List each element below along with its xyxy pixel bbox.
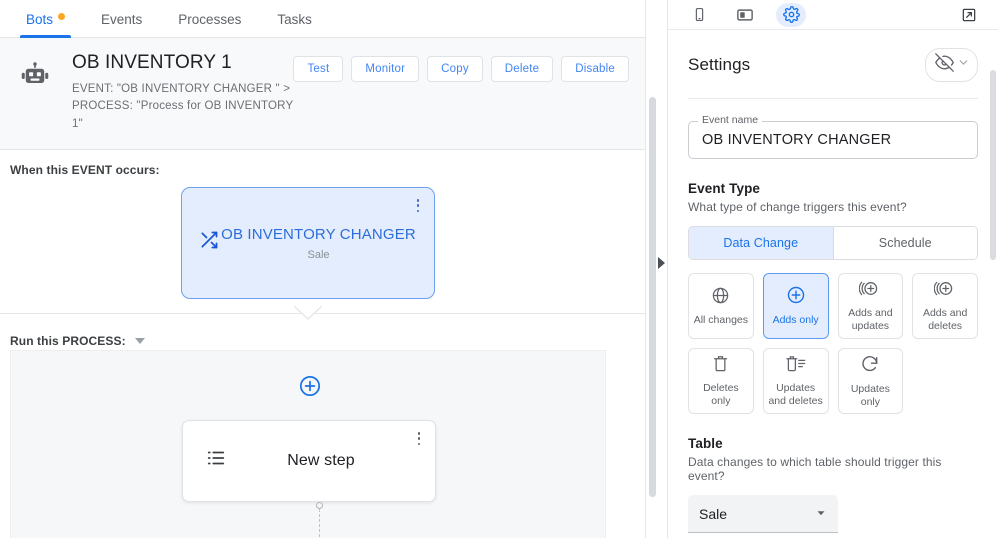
event-node-subtitle: Sale <box>307 248 330 261</box>
tile-updates-and-deletes[interactable]: Updates and deletes <box>762 348 829 414</box>
adds-deletes-icon <box>933 279 956 303</box>
process-dropdown-caret-icon[interactable] <box>134 337 145 344</box>
divider-notch-icon <box>294 305 322 321</box>
tile-all-changes[interactable]: All changes <box>688 273 754 339</box>
bots-badge-dot <box>58 12 66 20</box>
open-external-icon[interactable] <box>954 3 984 27</box>
app-root: Bots Events Processes Tasks OB INVENTORY… <box>0 0 999 538</box>
tab-tasks-label: Tasks <box>277 12 312 27</box>
preview-toolbar <box>668 0 998 30</box>
tile-adds-and-updates[interactable]: Adds and updates <box>837 273 904 339</box>
event-node-body: OB INVENTORY CHANGER Sale <box>219 225 434 261</box>
tile-all-changes-label: All changes <box>693 313 749 326</box>
settings-scroll-area: Settings Event name OB INVENTORY CHANGER… <box>668 30 998 538</box>
header-actions: Test Monitor Copy Delete Disable <box>293 56 629 82</box>
event-type-title: Event Type <box>688 181 761 196</box>
test-button[interactable]: Test <box>293 56 344 82</box>
tab-events[interactable]: Events <box>83 12 160 37</box>
step-tail-connector <box>308 501 330 538</box>
event-name-field-wrap: Event name OB INVENTORY CHANGER <box>688 114 978 159</box>
run-process-row: Run this PROCESS: <box>0 322 145 348</box>
tab-events-label: Events <box>101 12 143 27</box>
tile-adds-and-updates-label: Adds and updates <box>848 307 893 332</box>
tile-adds-only[interactable]: Adds only <box>762 273 829 339</box>
tile-updates-and-deletes-label: Updates and deletes <box>768 382 823 407</box>
process-area: New step <box>10 349 606 538</box>
list-icon <box>205 447 227 474</box>
settings-header: Settings <box>688 30 978 99</box>
left-panel: Bots Events Processes Tasks OB INVENTORY… <box>0 0 646 538</box>
tile-adds-and-deletes[interactable]: Adds and deletes <box>912 273 978 339</box>
panel-expand-handle-icon[interactable] <box>658 257 665 269</box>
tile-adds-only-label: Adds only <box>772 314 819 327</box>
event-type-segmented-control: Data Change Schedule <box>688 226 978 260</box>
disable-button[interactable]: Disable <box>561 56 629 82</box>
step-node-card[interactable]: New step <box>182 419 436 502</box>
connector-line <box>318 508 320 538</box>
event-section-label: When this EVENT occurs: <box>10 162 160 177</box>
mobile-view-icon[interactable] <box>684 3 714 27</box>
step-node-menu-icon[interactable] <box>411 429 427 449</box>
visibility-toggle-button[interactable] <box>925 48 978 82</box>
segment-schedule[interactable]: Schedule <box>832 227 977 259</box>
process-section-label: Run this PROCESS: <box>10 333 126 348</box>
bot-header: OB INVENTORY 1 EVENT: "OB INVENTORY CHAN… <box>0 38 645 150</box>
panel-splitter[interactable] <box>646 0 668 538</box>
select-caret-icon <box>815 506 827 522</box>
table-section-description: Data changes to which table should trigg… <box>688 455 942 483</box>
tab-processes[interactable]: Processes <box>160 12 259 37</box>
event-node-card[interactable]: OB INVENTORY CHANGER Sale <box>181 186 435 299</box>
event-name-label: Event name <box>698 114 763 126</box>
plus-circle-icon <box>786 285 806 310</box>
event-name-value: OB INVENTORY CHANGER <box>702 132 892 148</box>
tile-updates-only-label: Updates only <box>850 382 890 408</box>
copy-button[interactable]: Copy <box>427 56 483 82</box>
tab-processes-label: Processes <box>178 12 242 27</box>
robot-icon <box>20 62 54 97</box>
settings-gear-icon[interactable] <box>776 2 806 27</box>
trash-list-icon <box>785 354 807 378</box>
step-node-title: New step <box>287 451 355 469</box>
settings-scrollbar[interactable] <box>990 70 996 260</box>
globe-icon <box>711 286 730 310</box>
event-name-input[interactable]: OB INVENTORY CHANGER <box>688 121 978 159</box>
event-node-title: OB INVENTORY CHANGER <box>221 225 416 243</box>
tile-updates-only[interactable]: Updates only <box>837 348 904 414</box>
tab-tasks[interactable]: Tasks <box>259 12 330 37</box>
tile-deletes-only-label: Deletes only <box>703 382 739 407</box>
chevron-down-icon <box>957 56 970 74</box>
trash-icon <box>711 354 730 378</box>
add-step-button[interactable] <box>299 375 321 397</box>
change-type-tile-grid: All changes Adds only Adds and updates A… <box>688 273 978 414</box>
page-title: OB INVENTORY 1 <box>72 52 232 73</box>
shuffle-icon <box>199 230 219 255</box>
settings-panel: Settings Event name OB INVENTORY CHANGER… <box>668 0 998 538</box>
event-type-description: What type of change triggers this event? <box>688 200 907 214</box>
bot-process-line: PROCESS: "Process for OB INVENTORY 1" <box>72 100 294 130</box>
table-select-value: Sale <box>699 505 728 522</box>
connector-dot <box>315 501 323 509</box>
monitor-button[interactable]: Monitor <box>351 56 420 82</box>
eye-off-icon <box>935 53 954 77</box>
canvas-divider <box>0 312 645 314</box>
delete-button[interactable]: Delete <box>490 56 554 82</box>
settings-title: Settings <box>688 55 751 74</box>
table-select[interactable]: Sale <box>688 495 838 533</box>
table-section-title: Table <box>688 436 723 451</box>
desktop-view-icon[interactable] <box>730 3 760 27</box>
main-tabbar: Bots Events Processes Tasks <box>0 0 645 38</box>
tab-bots[interactable]: Bots <box>8 12 83 38</box>
bot-event-line: EVENT: "OB INVENTORY CHANGER " > <box>72 83 291 95</box>
left-panel-scrollbar[interactable] <box>649 97 656 497</box>
event-node-menu-icon[interactable] <box>410 196 426 216</box>
tile-adds-and-deletes-label: Adds and deletes <box>922 307 968 332</box>
segment-data-change[interactable]: Data Change <box>689 227 833 259</box>
flow-canvas: When this EVENT occurs: OB INVENTORY CHA… <box>0 150 645 538</box>
tab-bots-label: Bots <box>26 12 54 27</box>
bot-meta: OB INVENTORY 1 EVENT: "OB INVENTORY CHAN… <box>72 52 293 133</box>
tile-deletes-only[interactable]: Deletes only <box>688 348 754 414</box>
refresh-icon <box>860 354 880 379</box>
adds-updates-icon <box>859 279 881 303</box>
